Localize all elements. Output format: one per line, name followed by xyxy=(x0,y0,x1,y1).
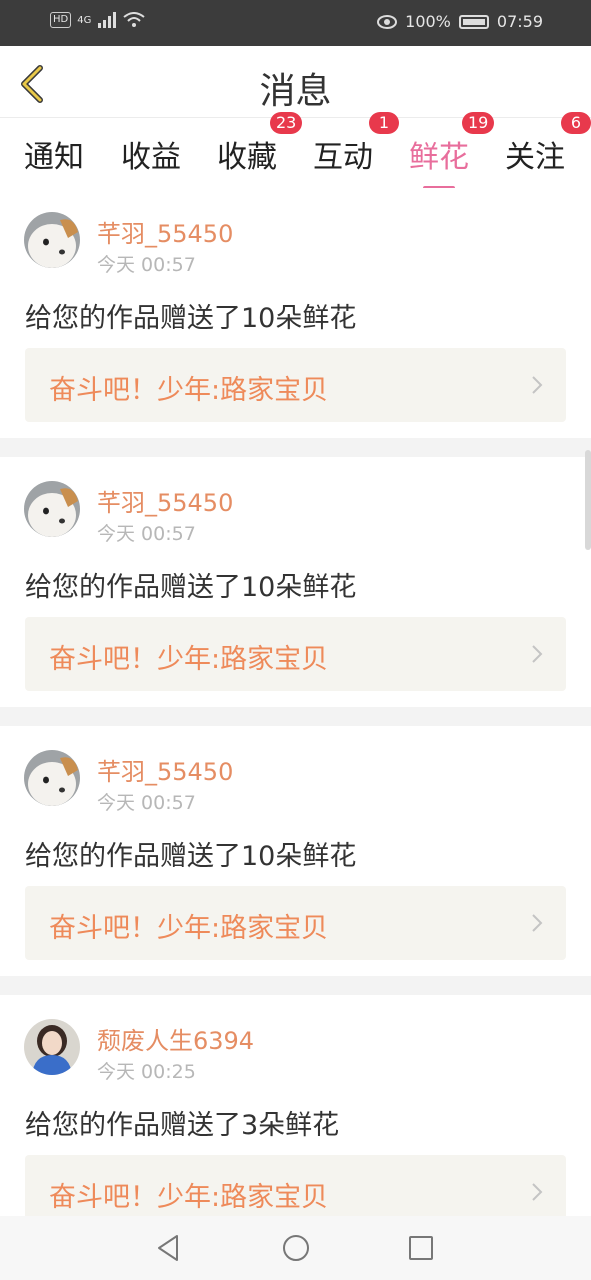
dog-avatar[interactable] xyxy=(24,750,80,806)
dog-avatar[interactable] xyxy=(24,481,80,537)
timestamp: 今天 00:57 xyxy=(97,254,196,276)
following-badge: 6 xyxy=(561,112,591,134)
hd-indicator: HD xyxy=(50,12,72,28)
flower-message: 给您的作品赠送了3朵鲜花 xyxy=(25,1110,340,1141)
work-link[interactable]: 奋斗吧！少年:路家宝贝 xyxy=(25,886,566,960)
tab-label: 鲜花 xyxy=(409,140,469,175)
battery-percent: 100% xyxy=(405,12,451,31)
card-divider xyxy=(0,707,591,726)
work-title: 奋斗吧！少年:路家宝贝 xyxy=(49,644,329,675)
favorites-badge: 23 xyxy=(270,112,303,134)
list-item: 芊羽_55450 今天 00:57 给您的作品赠送了10朵鲜花 奋斗吧！少年:路… xyxy=(0,457,591,707)
card-divider xyxy=(0,438,591,457)
dog-avatar[interactable] xyxy=(24,212,80,268)
tab-earnings[interactable]: 收益 xyxy=(121,132,181,176)
system-nav-bar xyxy=(0,1216,591,1280)
tab-label: 收藏 xyxy=(217,140,277,175)
sender-name[interactable]: 颓废人生6394 xyxy=(97,1021,254,1056)
list-item: 芊羽_55450 今天 00:57 给您的作品赠送了10朵鲜花 奋斗吧！少年:路… xyxy=(0,726,591,976)
tab-following[interactable]: 关注 xyxy=(505,132,565,176)
chevron-right-icon xyxy=(532,914,543,932)
timestamp: 今天 00:57 xyxy=(97,523,196,545)
nav-recents-icon[interactable] xyxy=(405,1232,437,1264)
work-link[interactable]: 奋斗吧！少年:路家宝贝 xyxy=(25,617,566,691)
tab-label: 通知 xyxy=(24,140,84,175)
work-link[interactable]: 奋斗吧！少年:路家宝贝 xyxy=(25,348,566,422)
tab-label: 关注 xyxy=(505,140,565,175)
chevron-right-icon xyxy=(532,376,543,394)
nav-back-icon[interactable] xyxy=(153,1232,185,1264)
tab-flowers[interactable]: 鲜花 xyxy=(409,132,469,190)
app-header: 消息 xyxy=(0,46,591,118)
wifi-icon xyxy=(123,12,145,27)
nav-home-icon[interactable] xyxy=(280,1232,312,1264)
network-label: 4G xyxy=(77,14,92,26)
flowers-badge: 19 xyxy=(462,112,495,134)
sender-name[interactable]: 芊羽_55450 xyxy=(97,214,233,249)
tab-favorites[interactable]: 收藏 xyxy=(217,132,277,176)
tab-notice[interactable]: 通知 xyxy=(24,132,84,176)
signal-icon xyxy=(98,12,117,28)
list-item: 芊羽_55450 今天 00:57 给您的作品赠送了10朵鲜花 奋斗吧！少年:路… xyxy=(0,188,591,438)
work-link[interactable]: 奋斗吧！少年:路家宝贝 xyxy=(25,1155,566,1216)
eye-icon xyxy=(377,14,398,29)
work-title: 奋斗吧！少年:路家宝贝 xyxy=(49,375,329,406)
flower-message: 给您的作品赠送了10朵鲜花 xyxy=(25,572,357,603)
chevron-right-icon xyxy=(532,645,543,663)
card-divider xyxy=(0,976,591,995)
tab-bar: 通知 收益 收藏 23 互动 1 鲜花 19 关注 6 xyxy=(0,112,591,190)
status-left: HD 4G xyxy=(50,12,145,28)
battery-icon xyxy=(458,14,489,29)
tab-interaction[interactable]: 互动 xyxy=(313,132,373,176)
page-title: 消息 xyxy=(259,71,332,112)
flower-message: 给您的作品赠送了10朵鲜花 xyxy=(25,303,357,334)
tab-label: 收益 xyxy=(121,140,181,175)
clock: 07:59 xyxy=(496,12,543,31)
work-title: 奋斗吧！少年:路家宝贝 xyxy=(49,1182,329,1213)
tab-label: 互动 xyxy=(313,140,373,175)
status-right: 100% 07:59 xyxy=(377,12,543,31)
flower-message-list[interactable]: 芊羽_55450 今天 00:57 给您的作品赠送了10朵鲜花 奋斗吧！少年:路… xyxy=(0,188,591,1216)
scrollbar[interactable] xyxy=(585,450,591,550)
interaction-badge: 1 xyxy=(369,112,399,134)
sender-name[interactable]: 芊羽_55450 xyxy=(97,752,233,787)
chevron-right-icon xyxy=(532,1183,543,1201)
status-bar: HD 4G 100% 07:59 xyxy=(0,0,591,46)
girl-avatar[interactable] xyxy=(24,1019,80,1075)
timestamp: 今天 00:25 xyxy=(97,1061,196,1083)
list-item: 颓废人生6394 今天 00:25 给您的作品赠送了3朵鲜花 奋斗吧！少年:路家… xyxy=(0,995,591,1216)
work-title: 奋斗吧！少年:路家宝贝 xyxy=(49,913,329,944)
sender-name[interactable]: 芊羽_55450 xyxy=(97,483,233,518)
flower-message: 给您的作品赠送了10朵鲜花 xyxy=(25,841,357,872)
timestamp: 今天 00:57 xyxy=(97,792,196,814)
